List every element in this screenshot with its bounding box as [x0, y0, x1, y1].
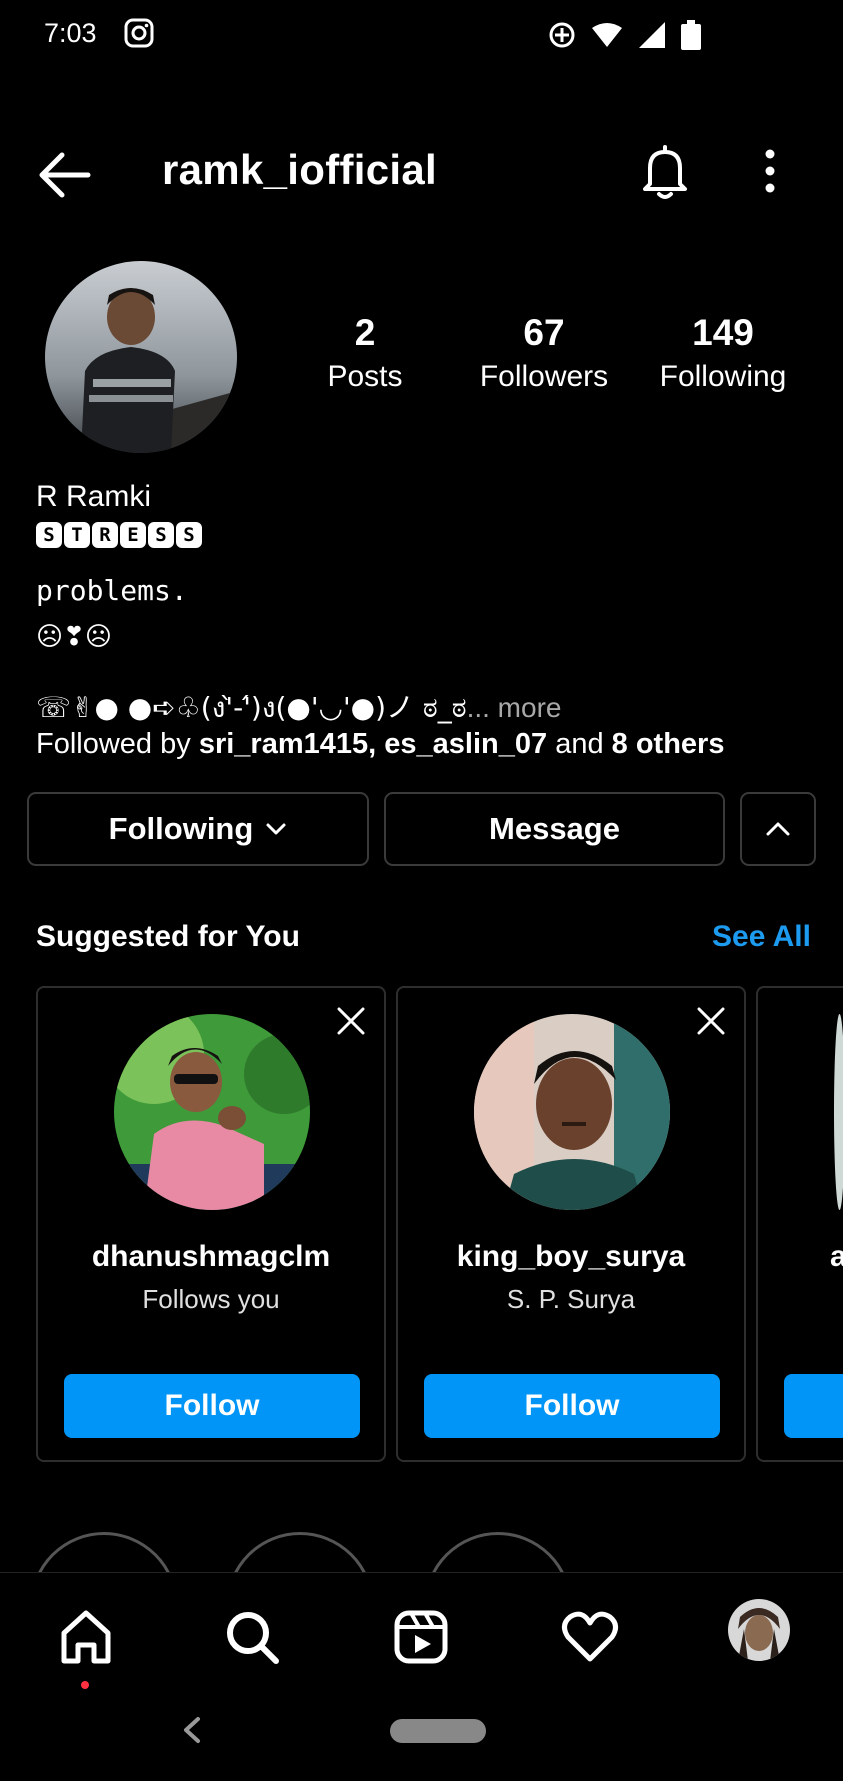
- bio-text: problems.: [36, 574, 188, 607]
- system-home-pill[interactable]: [390, 1719, 486, 1743]
- suggestion-avatar[interactable]: [834, 1014, 843, 1210]
- location-icon: [549, 22, 575, 48]
- bell-icon[interactable]: [640, 144, 690, 200]
- following-button[interactable]: Following: [27, 792, 369, 866]
- message-button-label: Message: [489, 811, 620, 846]
- bio-symbols-text: ☏✌● ●➪♧(ง'̀-'́)ง(●'◡'●)ノ ಠ_ಠ: [36, 691, 467, 724]
- posts-label: Posts: [327, 360, 403, 393]
- boxed-letter: T: [64, 522, 90, 548]
- status-icons: [547, 20, 701, 50]
- see-all-link[interactable]: See All: [712, 920, 811, 954]
- bio-symbols: ☏✌● ●➪♧(ง'̀-'́)ง(●'◡'●)ノ ಠ_ಠ... more: [36, 686, 561, 730]
- boxed-letter: S: [36, 522, 62, 548]
- message-button[interactable]: Message: [384, 792, 725, 866]
- stat-posts[interactable]: 2 Posts: [285, 312, 445, 400]
- suggestion-avatar[interactable]: [114, 1014, 310, 1210]
- close-icon[interactable]: [696, 1006, 726, 1036]
- instagram-icon: [124, 18, 154, 48]
- suggested-toggle-button[interactable]: [740, 792, 816, 866]
- profile-name: R Ramki: [36, 480, 152, 513]
- notification-dot: [81, 1681, 89, 1689]
- more-vertical-icon[interactable]: [760, 148, 780, 194]
- followed-by-prefix: Followed by: [36, 728, 191, 760]
- following-button-label: Following: [108, 811, 254, 846]
- reels-icon[interactable]: [391, 1607, 451, 1667]
- suggested-title: Suggested for You: [36, 920, 300, 953]
- suggestion-subtitle: S. P. Surya: [506, 1284, 636, 1314]
- suggestion-card[interactable]: a: [756, 986, 843, 1462]
- and-text: and: [555, 728, 604, 760]
- suggestion-avatar[interactable]: [474, 1014, 670, 1210]
- profile-tab-avatar[interactable]: [728, 1599, 790, 1661]
- home-icon[interactable]: [56, 1607, 116, 1667]
- suggestion-card[interactable]: dhanushmagclm Follows you Follow: [36, 986, 386, 1462]
- boxed-letter: R: [92, 522, 118, 548]
- bottom-navigation: [0, 1572, 843, 1781]
- follow-button[interactable]: Follow: [64, 1374, 360, 1438]
- follow-button[interactable]: Follow: [424, 1374, 720, 1438]
- profile-username: ramk_iofficial: [162, 146, 437, 193]
- battery-icon: [681, 20, 701, 50]
- status-time: 7:03: [44, 18, 97, 48]
- bio-boxed-letters: S T R E S S: [36, 522, 202, 548]
- suggestion-handle[interactable]: dhanushmagclm: [38, 1240, 384, 1274]
- stat-following[interactable]: 149 Following: [643, 312, 803, 400]
- suggestion-handle[interactable]: king_boy_surya: [398, 1240, 744, 1274]
- following-count: 149: [692, 312, 754, 353]
- bio-more-link[interactable]: ... more: [467, 692, 562, 723]
- profile-avatar[interactable]: [45, 261, 237, 453]
- follow-button[interactable]: [784, 1374, 843, 1438]
- mutual-user-1: sri_ram1415: [198, 728, 369, 760]
- wifi-icon: [592, 23, 622, 47]
- suggestion-subtitle: Follows you: [142, 1284, 280, 1314]
- boxed-letter: E: [120, 522, 146, 548]
- search-icon[interactable]: [222, 1607, 282, 1667]
- mutual-sep: ,: [368, 728, 377, 760]
- close-icon[interactable]: [336, 1006, 366, 1036]
- heart-icon[interactable]: [560, 1607, 620, 1667]
- following-label: Following: [659, 360, 787, 393]
- followers-count: 67: [523, 312, 565, 353]
- back-arrow-icon[interactable]: [36, 150, 92, 200]
- suggestion-handle[interactable]: a: [830, 1240, 843, 1274]
- chevron-down-icon: [266, 823, 286, 835]
- boxed-letter: S: [176, 522, 202, 548]
- bio-emoji: ☹❣☹: [36, 622, 112, 652]
- posts-count: 2: [354, 312, 376, 353]
- system-back-icon[interactable]: [180, 1715, 204, 1745]
- followers-label: Followers: [479, 360, 609, 393]
- signal-icon: [639, 22, 665, 48]
- boxed-letter: S: [148, 522, 174, 548]
- mutual-user-2: es_aslin_07: [384, 728, 548, 760]
- mutual-others: 8 others: [611, 728, 725, 760]
- followed-by[interactable]: Followed by sri_ram1415, es_aslin_07 and…: [36, 728, 724, 761]
- chevron-up-icon: [766, 822, 790, 836]
- suggestion-card[interactable]: king_boy_surya S. P. Surya Follow: [396, 986, 746, 1462]
- stat-followers[interactable]: 67 Followers: [464, 312, 624, 400]
